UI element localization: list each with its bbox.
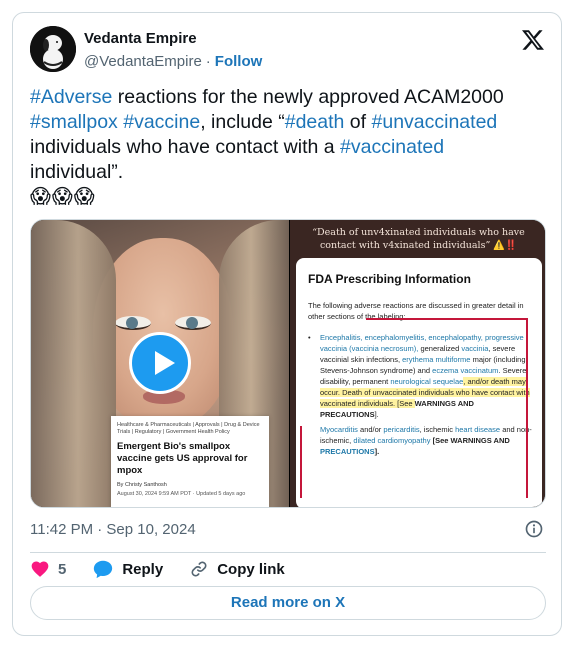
fda-image[interactable]: “Death of unv4xinated individuals who ha… bbox=[290, 220, 545, 507]
red-annotation-line bbox=[526, 318, 528, 498]
separator-dot: · bbox=[205, 53, 211, 70]
fda-link: neurological sequelae bbox=[390, 377, 464, 386]
fda-link: Myocarditis bbox=[320, 425, 358, 434]
quote-banner: “Death of unv4xinated individuals who ha… bbox=[290, 220, 545, 258]
tweet-card: Vedanta Empire @VedantaEmpire · Follow #Ad… bbox=[12, 12, 562, 636]
tweet-text-segment: reactions for the newly approved ACAM200… bbox=[112, 86, 504, 108]
tweet-actions: 5 Reply Copy link bbox=[30, 558, 285, 580]
tweet-timestamp[interactable]: 11:42 PM · Sep 10, 2024 bbox=[30, 521, 196, 538]
fda-link: erythema multiforme bbox=[402, 355, 471, 364]
fda-text: ]. bbox=[374, 410, 379, 419]
tweet-media[interactable]: Healthcare & Pharmaceuticals | Approvals… bbox=[30, 219, 546, 508]
heart-icon bbox=[31, 561, 49, 577]
fda-link: dilated cardiomyopathy bbox=[353, 436, 431, 445]
like-count: 5 bbox=[58, 560, 67, 578]
fda-text: [See WARNINGS AND bbox=[430, 436, 510, 445]
x-logo-icon[interactable] bbox=[521, 28, 545, 52]
hashtag-link[interactable]: #smallpox bbox=[30, 111, 118, 133]
red-annotation-line bbox=[366, 318, 528, 320]
divider bbox=[30, 552, 546, 553]
author-handle[interactable]: @VedantaEmpire bbox=[84, 53, 202, 70]
tweet-text: #Adverse reactions for the newly approve… bbox=[30, 85, 530, 210]
fda-link: eczema vaccinatum bbox=[432, 366, 499, 375]
link-icon bbox=[191, 561, 207, 577]
tweet-text-segment: individual”. bbox=[30, 161, 124, 183]
copy-link-label: Copy link bbox=[217, 560, 285, 578]
author-name[interactable]: Vedanta Empire bbox=[84, 30, 197, 47]
hashtag-link[interactable]: #vaccinated bbox=[340, 136, 444, 158]
hashtag-link[interactable]: #vaccine bbox=[123, 111, 200, 133]
reply-label: Reply bbox=[122, 560, 164, 578]
author-subline: @VedantaEmpire · Follow bbox=[84, 53, 262, 70]
follow-button[interactable]: Follow bbox=[215, 53, 263, 70]
fda-text: and/or bbox=[357, 425, 384, 434]
fda-document: FDA Prescribing Information The followin… bbox=[296, 258, 542, 507]
article-byline: By Christy Santhosh bbox=[117, 482, 167, 488]
play-button[interactable] bbox=[129, 332, 191, 394]
fda-item-1: • Encephalitis, encephalomyelitis, encep… bbox=[308, 332, 532, 420]
snoopy-avatar-image bbox=[30, 26, 76, 72]
hashtag-link[interactable]: #death bbox=[285, 111, 345, 133]
fda-link: pericarditis bbox=[383, 425, 420, 434]
copy-link-button[interactable]: Copy link bbox=[189, 559, 285, 579]
article-headline: Emergent Bio's smallpox vaccine gets US … bbox=[117, 441, 248, 476]
red-annotation-line bbox=[300, 426, 302, 498]
fda-text: ]. bbox=[374, 447, 380, 456]
fda-title: FDA Prescribing Information bbox=[308, 272, 471, 286]
fda-text: , ischemic bbox=[419, 425, 456, 434]
hashtag-link[interactable]: #Adverse bbox=[30, 86, 112, 108]
tweet-text-segment: of bbox=[344, 111, 372, 133]
fda-link: PRECAUTIONS bbox=[320, 447, 375, 456]
reply-bubble-icon bbox=[94, 560, 113, 579]
double-exclamation-emoji: ‼️ bbox=[505, 240, 518, 251]
like-button[interactable]: 5 bbox=[30, 559, 66, 579]
article-date: August 30, 2024 9:59 AM PDT · Updated 5 … bbox=[117, 491, 246, 497]
tweet-text-segment: individuals who have contact with a bbox=[30, 136, 341, 158]
news-article-card: Healthcare & Pharmaceuticals | Approvals… bbox=[111, 416, 269, 507]
bullet: • bbox=[308, 333, 311, 342]
scream-emoji: 😱😱😱 bbox=[30, 186, 96, 208]
read-more-button[interactable]: Read more on X bbox=[30, 586, 546, 620]
reply-button[interactable]: Reply bbox=[92, 558, 163, 580]
fda-link: heart disease bbox=[455, 425, 501, 434]
fda-link: vaccinia bbox=[461, 344, 489, 353]
tweet-text-segment: , include “ bbox=[200, 111, 285, 133]
info-icon[interactable] bbox=[524, 519, 544, 539]
avatar[interactable] bbox=[30, 26, 76, 72]
fda-item-2: Myocarditis and/or pericarditis, ischemi… bbox=[308, 424, 532, 457]
article-categories: Healthcare & Pharmaceuticals | Approvals… bbox=[117, 422, 260, 435]
hashtag-link[interactable]: #unvaccinated bbox=[372, 111, 498, 133]
warning-emoji: ⚠️ bbox=[493, 240, 506, 251]
video-thumbnail[interactable]: Healthcare & Pharmaceuticals | Approvals… bbox=[31, 220, 289, 507]
fda-text: generalized bbox=[418, 344, 462, 353]
